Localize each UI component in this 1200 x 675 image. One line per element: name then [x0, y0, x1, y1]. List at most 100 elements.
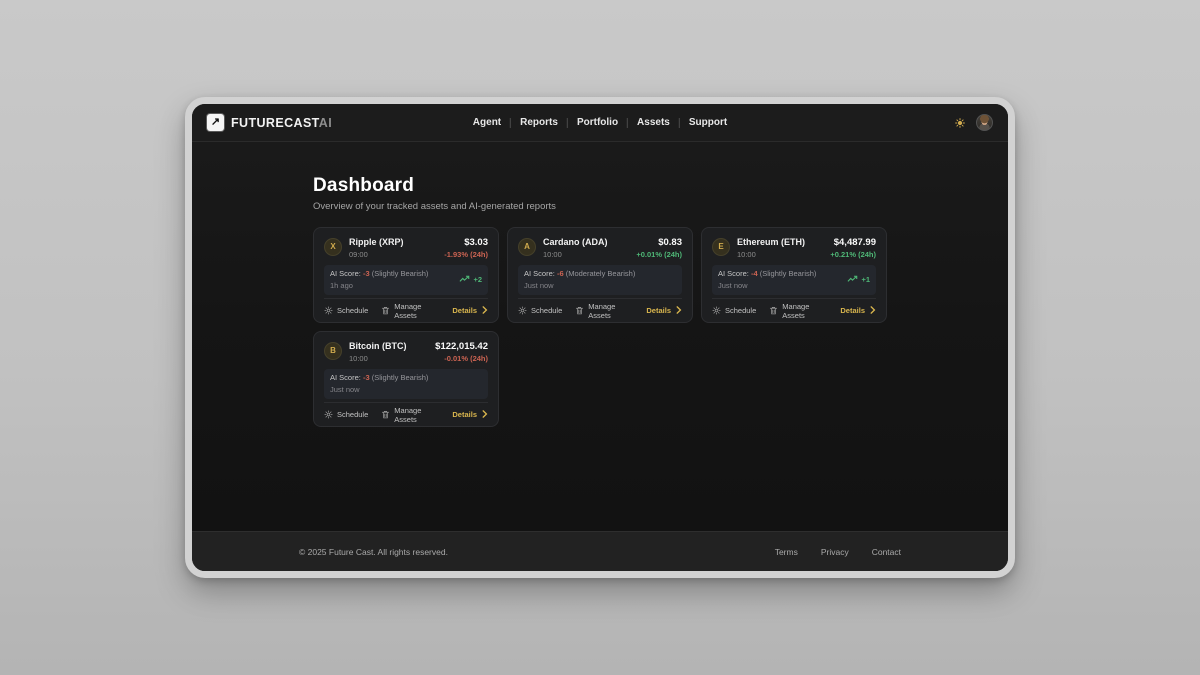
- page-subtitle: Overview of your tracked assets and AI-g…: [313, 201, 887, 212]
- trending-up-icon: [847, 275, 858, 285]
- copyright-text: © 2025 Future Cast. All rights reserved.: [299, 547, 448, 557]
- gear-icon: [712, 306, 721, 315]
- manage-assets-button[interactable]: Manage Assets: [769, 302, 827, 320]
- nav-item-agent[interactable]: Agent: [464, 117, 510, 128]
- main-content: Dashboard Overview of your tracked asset…: [192, 142, 1008, 531]
- ai-score-block: AI Score: -3 (Slightly Bearish) 1h ago: [330, 269, 428, 290]
- details-button[interactable]: Details: [840, 306, 876, 316]
- coin-price: $3.03: [444, 237, 488, 248]
- ai-updated: Just now: [330, 385, 428, 394]
- ai-score-band: AI Score: -3 (Slightly Bearish) Just now: [324, 369, 488, 399]
- brand-name: FUTURECASTAI: [231, 114, 332, 132]
- footer-link-privacy[interactable]: Privacy: [821, 547, 849, 557]
- details-label: Details: [452, 306, 477, 315]
- app-header: ↗ FUTURECASTAI Agent Reports Portfolio A…: [192, 104, 1008, 142]
- page-title: Dashboard: [313, 175, 887, 197]
- coin-name: Ripple (XRP): [349, 237, 404, 248]
- trend-delta: +1: [847, 275, 870, 285]
- schedule-label: Schedule: [337, 410, 368, 419]
- coin-price: $4,487.99: [830, 237, 876, 248]
- header-right: [955, 114, 993, 131]
- trash-icon: [769, 306, 778, 315]
- trash-icon: [381, 306, 390, 315]
- footer-link-contact[interactable]: Contact: [872, 547, 901, 557]
- ai-score-value: -3: [363, 269, 370, 278]
- asset-card[interactable]: B Bitcoin (BTC) 10:00 $122,015.42 -0.01%…: [313, 331, 499, 427]
- asset-card[interactable]: A Cardano (ADA) 10:00 $0.83 +0.01% (24h)…: [507, 227, 693, 323]
- details-button[interactable]: Details: [646, 306, 682, 316]
- details-label: Details: [840, 306, 865, 315]
- schedule-label: Schedule: [337, 306, 368, 315]
- asset-card[interactable]: X Ripple (XRP) 09:00 $3.03 -1.93% (24h) …: [313, 227, 499, 323]
- details-button[interactable]: Details: [452, 306, 488, 316]
- sun-icon[interactable]: [955, 118, 965, 128]
- trash-icon: [575, 306, 584, 315]
- schedule-button[interactable]: Schedule: [518, 306, 562, 315]
- coin-initial-badge: A: [518, 238, 536, 256]
- details-label: Details: [452, 410, 477, 419]
- coin-time: 10:00: [737, 250, 805, 259]
- manage-assets-label: Manage Assets: [394, 406, 439, 424]
- footer-link-terms[interactable]: Terms: [775, 547, 798, 557]
- card-header: A Cardano (ADA) 10:00 $0.83 +0.01% (24h): [518, 237, 682, 259]
- card-actions: Schedule Manage Assets Details: [518, 298, 682, 322]
- gear-icon: [324, 306, 333, 315]
- coin-price: $122,015.42: [435, 341, 488, 352]
- coin-initial-badge: X: [324, 238, 342, 256]
- manage-assets-button[interactable]: Manage Assets: [575, 302, 633, 320]
- manage-assets-button[interactable]: Manage Assets: [381, 406, 439, 424]
- card-header: X Ripple (XRP) 09:00 $3.03 -1.93% (24h): [324, 237, 488, 259]
- coin-time: 10:00: [543, 250, 608, 259]
- main-nav: Agent Reports Portfolio Assets Support: [464, 117, 736, 128]
- price-change: -0.01% (24h): [435, 354, 488, 363]
- ai-score-band: AI Score: -6 (Moderately Bearish) Just n…: [518, 265, 682, 295]
- manage-assets-label: Manage Assets: [588, 302, 633, 320]
- nav-item-portfolio[interactable]: Portfolio: [568, 117, 627, 128]
- schedule-button[interactable]: Schedule: [324, 410, 368, 419]
- ai-sentiment: (Slightly Bearish): [760, 269, 817, 278]
- coin-info: Ethereum (ETH) 10:00: [737, 237, 805, 259]
- schedule-label: Schedule: [725, 306, 756, 315]
- app-window: ↗ FUTURECASTAI Agent Reports Portfolio A…: [185, 97, 1015, 578]
- coin-name: Cardano (ADA): [543, 237, 608, 248]
- manage-assets-label: Manage Assets: [394, 302, 439, 320]
- ai-score-block: AI Score: -4 (Slightly Bearish) Just now: [718, 269, 816, 290]
- ai-score-label: AI Score:: [330, 373, 361, 382]
- price-block: $0.83 +0.01% (24h): [636, 237, 682, 259]
- coin-info: Bitcoin (BTC) 10:00: [349, 341, 407, 363]
- ai-score-label: AI Score:: [524, 269, 555, 278]
- coin-initial-badge: E: [712, 238, 730, 256]
- coin-name: Ethereum (ETH): [737, 237, 805, 248]
- trash-icon: [381, 410, 390, 419]
- price-block: $122,015.42 -0.01% (24h): [435, 341, 488, 363]
- schedule-button[interactable]: Schedule: [712, 306, 756, 315]
- details-label: Details: [646, 306, 671, 315]
- coin-initial-badge: B: [324, 342, 342, 360]
- ai-score-label: AI Score:: [718, 269, 749, 278]
- schedule-button[interactable]: Schedule: [324, 306, 368, 315]
- trend-delta-value: +2: [473, 275, 482, 284]
- user-avatar[interactable]: [976, 114, 993, 131]
- nav-item-reports[interactable]: Reports: [511, 117, 567, 128]
- card-header: E Ethereum (ETH) 10:00 $4,487.99 +0.21% …: [712, 237, 876, 259]
- ai-sentiment: (Moderately Bearish): [566, 269, 636, 278]
- ai-score-value: -4: [751, 269, 758, 278]
- brand-logo-icon: ↗: [207, 114, 224, 131]
- app-footer: © 2025 Future Cast. All rights reserved.…: [192, 531, 1008, 571]
- card-header: B Bitcoin (BTC) 10:00 $122,015.42 -0.01%…: [324, 341, 488, 363]
- trend-delta: +2: [459, 275, 482, 285]
- nav-item-assets[interactable]: Assets: [628, 117, 679, 128]
- ai-score-value: -3: [363, 373, 370, 382]
- chevron-right-icon: [482, 306, 488, 316]
- card-actions: Schedule Manage Assets Details: [712, 298, 876, 322]
- chevron-right-icon: [676, 306, 682, 316]
- trend-delta-value: +1: [861, 275, 870, 284]
- details-button[interactable]: Details: [452, 410, 488, 420]
- brand[interactable]: ↗ FUTURECASTAI: [207, 114, 332, 132]
- manage-assets-button[interactable]: Manage Assets: [381, 302, 439, 320]
- coin-price: $0.83: [636, 237, 682, 248]
- price-change: +0.21% (24h): [830, 250, 876, 259]
- ai-sentiment: (Slightly Bearish): [372, 373, 429, 382]
- asset-card[interactable]: E Ethereum (ETH) 10:00 $4,487.99 +0.21% …: [701, 227, 887, 323]
- nav-item-support[interactable]: Support: [680, 117, 736, 128]
